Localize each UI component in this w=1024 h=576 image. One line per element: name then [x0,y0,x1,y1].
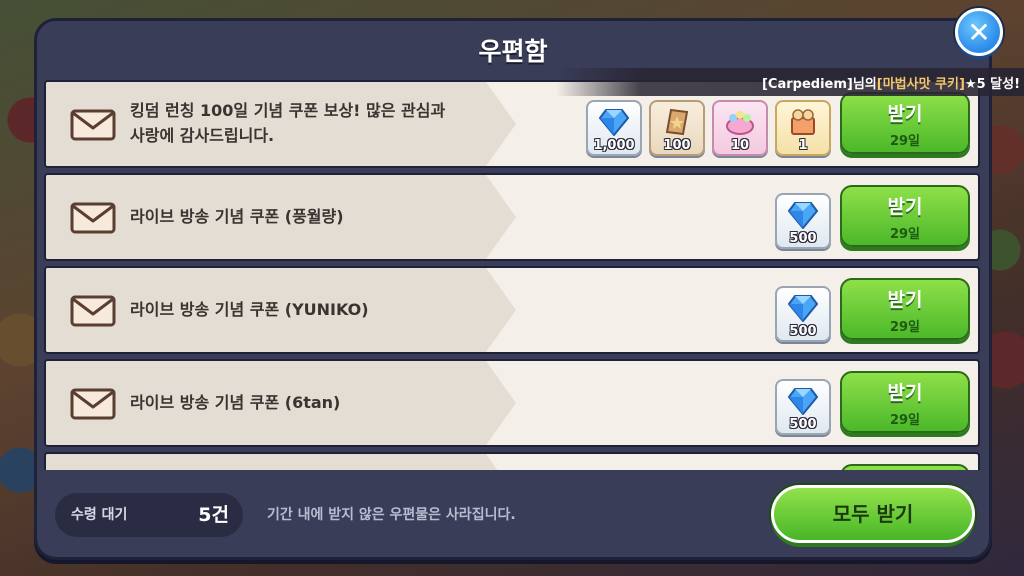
cookie-box-icon [791,109,815,135]
mail-item [44,452,980,470]
claim-label: 받기 [887,289,923,311]
row-stripe [46,454,516,470]
crystal-icon [599,109,629,136]
claim-button[interactable]: 받기 29일 [840,92,970,154]
banner-highlight: [마법사맛 쿠키] [876,76,965,92]
reward-qty: 500 [789,417,817,432]
mail-title: 라이브 방송 기념 쿠폰 (6tan) [130,392,341,412]
pending-counter: 수령 대기 5건 [55,493,243,537]
reward-qty: 500 [789,324,817,339]
crystal-icon [788,202,818,229]
close-icon: ✕ [967,15,991,49]
reward-crystal: 500 [775,193,831,249]
days-remaining: 29일 [889,413,921,428]
banner-suffix: ★5 달성! [964,76,1020,92]
reward-crystal: 1,000 [586,100,642,156]
close-button[interactable]: ✕ [955,8,1003,56]
claim-button[interactable] [840,464,970,470]
cake-icon [726,111,754,135]
banner-prefix: [Carpediem]님의 [761,76,877,92]
reward-qty: 500 [789,231,817,246]
claim-label: 받기 [887,382,923,404]
mail-title: 킹덤 런칭 100일 기념 쿠폰 보상! 많은 관심과 사랑에 감사드립니다. [130,101,446,145]
mail-item: 라이브 방송 기념 쿠폰 (YUNIKO) 500 받기 29일 [44,266,980,354]
reward-qty: 1,000 [593,138,635,153]
claim-label: 받기 [887,103,923,125]
claim-label: 받기 [887,196,923,218]
reward-crystal: 500 [775,286,831,342]
reward-cake: 10 [712,100,768,156]
reward-crystal: 500 [775,379,831,435]
days-remaining: 29일 [889,227,921,242]
mail-list[interactable]: 킹덤 런칭 100일 기념 쿠폰 보상! 많은 관심과 사랑에 감사드립니다. … [42,72,982,470]
envelope-icon [70,109,116,141]
claim-all-button[interactable]: 모두 받기 [771,485,975,543]
crystal-icon [788,388,818,415]
expiry-notice: 기간 내에 받지 않은 우편물은 사라집니다. [267,507,516,523]
reward-cookie-box: 1 [775,100,831,156]
achievement-banner: [Carpediem]님의 [마법사맛 쿠키] ★5 달성! [556,68,1024,96]
crystal-icon [788,295,818,322]
mail-item: 라이브 방송 기념 쿠폰 (풍월량) 500 받기 29일 [44,173,980,261]
reward-qty: 1 [798,138,808,153]
mail-title: 라이브 방송 기념 쿠폰 (풍월량) [130,206,344,226]
claim-button[interactable]: 받기 29일 [840,278,970,340]
days-remaining: 29일 [889,320,921,335]
envelope-icon [70,202,116,234]
days-remaining: 29일 [889,134,921,149]
pending-count: 5건 [198,504,229,526]
mail-title: 라이브 방송 기념 쿠폰 (YUNIKO) [130,299,369,319]
reward-soulstone: 100 [649,100,705,156]
soulstone-icon [665,108,689,136]
envelope-icon [70,295,116,327]
envelope-icon [70,388,116,420]
mailbox-footer: 수령 대기 5건 기간 내에 받지 않은 우편물은 사라집니다. 모두 받기 [37,473,989,563]
claim-button[interactable]: 받기 29일 [840,185,970,247]
mail-item: 라이브 방송 기념 쿠폰 (6tan) 500 받기 29일 [44,359,980,447]
claim-button[interactable]: 받기 29일 [840,371,970,433]
reward-qty: 100 [663,138,691,153]
pending-label: 수령 대기 [71,507,128,523]
reward-qty: 10 [730,138,750,153]
